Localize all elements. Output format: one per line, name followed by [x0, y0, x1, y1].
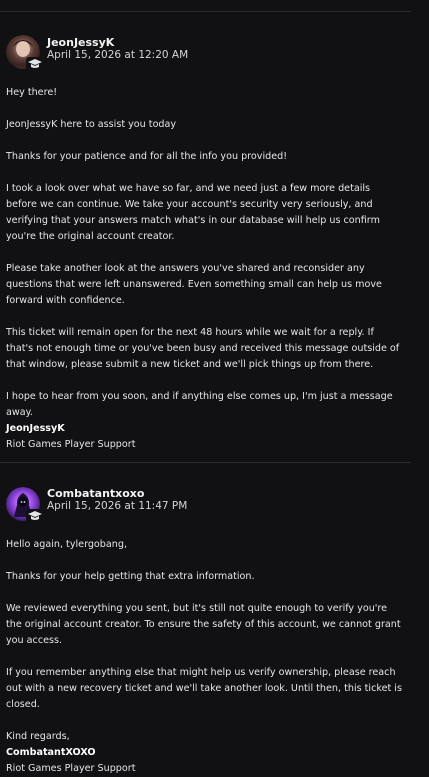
message-paragraph: If you remember anything else that might… [6, 667, 402, 710]
message-paragraph: This ticket will remain open for the nex… [6, 327, 400, 370]
signature-name: CombatantXOXO [6, 747, 96, 758]
graduation-cap-icon [26, 57, 44, 71]
signature-team: Riot Games Player Support [6, 763, 136, 774]
message-paragraph: Please take another look at the answers … [6, 263, 382, 306]
message-paragraph: Hey there! [6, 87, 58, 98]
divider-top [0, 11, 411, 12]
message-paragraph: JeonJessyK here to assist you today [6, 119, 177, 130]
message-date: April 15, 2026 at 11:47 PM [47, 500, 188, 512]
message-date: April 15, 2026 at 12:20 AM [47, 49, 189, 61]
message-paragraph: Thanks for your patience and for all the… [6, 151, 288, 162]
message-closing: Kind regards, [6, 731, 70, 742]
message-paragraph: Hello again, tylergobang, [6, 539, 127, 550]
message-paragraph: I took a look over what we have so far, … [6, 183, 380, 242]
divider-middle [0, 462, 411, 463]
message-closing: I hope to hear from you soon, and if any… [6, 391, 393, 418]
graduation-cap-icon [26, 509, 44, 523]
avatar-wrap [6, 35, 44, 71]
message-paragraph: Thanks for your help getting that extra … [6, 571, 255, 582]
signature-team: Riot Games Player Support [6, 439, 136, 450]
message-author[interactable]: JeonJessyK [47, 36, 114, 49]
message-paragraph: We reviewed everything you sent, but it'… [6, 603, 401, 646]
avatar-wrap [6, 487, 44, 523]
message-body: Hello again, tylergobang, Thanks for you… [6, 537, 402, 777]
message-body: Hey there! JeonJessyK here to assist you… [6, 85, 402, 453]
message-author[interactable]: Combatantxoxo [47, 487, 144, 500]
signature-name: JeonJessyK [6, 423, 65, 434]
